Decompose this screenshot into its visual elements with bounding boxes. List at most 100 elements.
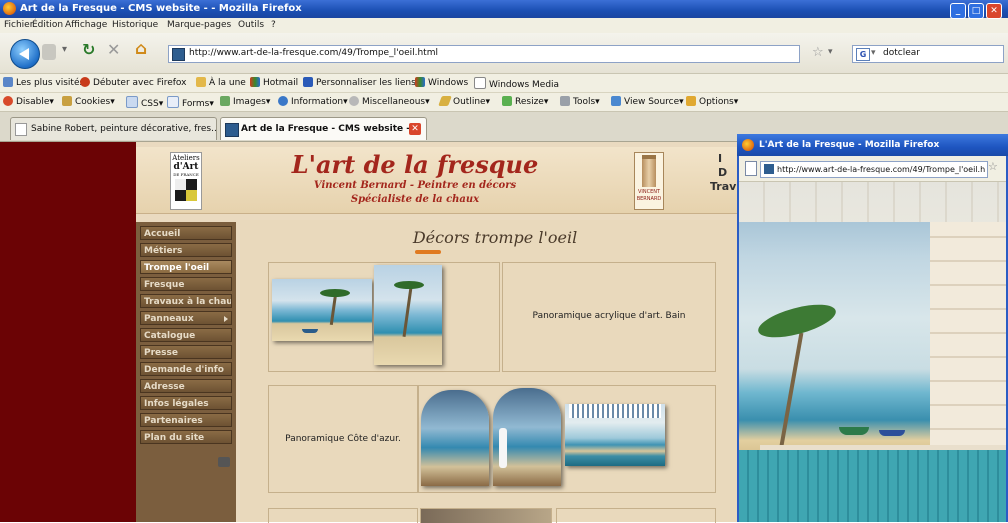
resize-icon: [502, 96, 512, 106]
windows-icon: [415, 77, 425, 87]
wd-disable[interactable]: Disable▾: [3, 96, 54, 107]
wd-cookies[interactable]: Cookies▾: [62, 96, 115, 107]
palm-frond: [394, 281, 424, 289]
wd-view-source[interactable]: View Source▾: [611, 96, 684, 107]
menu-item-partenaires[interactable]: Partenaires: [140, 413, 232, 427]
tab-art-de-la-fresque[interactable]: Art de la Fresque - CMS website - ✕: [220, 117, 427, 140]
menu-item-fresque[interactable]: Fresque: [140, 277, 232, 291]
menu-marque-pages[interactable]: Marque-pages: [167, 20, 231, 30]
wd-label: Information▾: [291, 97, 348, 107]
bookmark-label: Débuter avec Firefox: [93, 78, 187, 88]
bookmark-windows-media[interactable]: Windows Media: [474, 77, 559, 90]
tab-sabine-robert[interactable]: Sabine Robert, peinture décorative, fres…: [10, 117, 217, 140]
menu-item-trompe-loeil[interactable]: Trompe l'oeil: [140, 260, 232, 274]
wd-label: Miscellaneous▾: [362, 97, 430, 107]
wd-resize[interactable]: Resize▾: [502, 96, 548, 107]
menu-edition[interactable]: Édition: [32, 20, 63, 30]
menu-item-panneaux[interactable]: Panneaux: [140, 311, 232, 325]
firefox-icon: [3, 2, 16, 15]
panorama-thumbnail[interactable]: [272, 279, 372, 341]
sidebar-footer-icon: [218, 457, 230, 467]
menu-help[interactable]: ?: [271, 20, 276, 30]
wd-label: View Source▾: [624, 97, 684, 107]
search-engine-icon[interactable]: G: [856, 48, 870, 61]
bookmark-hotmail[interactable]: Hotmail: [250, 77, 298, 88]
close-button[interactable]: ✕: [986, 3, 1002, 19]
wd-css[interactable]: CSS▾: [126, 96, 163, 109]
menu-historique[interactable]: Historique: [112, 20, 158, 30]
firefox-icon: [742, 139, 754, 151]
wd-label: Disable▾: [16, 97, 54, 107]
page-icon: [474, 77, 486, 89]
bookmark-getting-started[interactable]: Débuter avec Firefox: [80, 77, 187, 88]
header-peek-text: D: [718, 166, 728, 179]
menu-item-plan-site[interactable]: Plan du site: [140, 430, 232, 444]
minimize-button[interactable]: _: [950, 3, 966, 19]
address-bar[interactable]: http://www.art-de-la-fresque.com/49/Trom…: [168, 45, 800, 63]
menu-outils[interactable]: Outils: [238, 20, 264, 30]
panorama-thumbnail[interactable]: [374, 265, 442, 365]
search-input[interactable]: dotclear: [883, 48, 920, 58]
bookmark-a-la-une[interactable]: À la une: [196, 77, 246, 88]
boat-shape: [302, 329, 318, 333]
bookmark-label: Windows Media: [489, 80, 560, 90]
boat-shape: [879, 430, 905, 436]
menu-item-metiers[interactable]: Métiers: [140, 243, 232, 257]
wd-label: Outline▾: [453, 97, 491, 107]
bookmark-personnaliser-liens[interactable]: Personnaliser les liens: [303, 77, 416, 88]
gallery-cell-caption: Panoramique Côte d'azur.: [268, 385, 418, 493]
window-titlebar: Art de la Fresque - CMS website - - Mozi…: [0, 0, 1008, 18]
back-button[interactable]: [10, 39, 40, 69]
close-tab-icon[interactable]: ✕: [409, 123, 421, 135]
person-figure: [499, 428, 507, 468]
menu-item-infos-legales[interactable]: Infos légales: [140, 396, 232, 410]
wd-tools[interactable]: Tools▾: [560, 96, 600, 107]
bookmark-label: À la une: [209, 78, 246, 88]
menu-item-adresse[interactable]: Adresse: [140, 379, 232, 393]
bookmark-most-visited[interactable]: Les plus visités: [3, 77, 84, 88]
wd-forms[interactable]: Forms▾: [167, 96, 214, 109]
wd-options[interactable]: Options▾: [686, 96, 738, 107]
page-icon: [15, 123, 27, 136]
ateliers-dart-logo[interactable]: Ateliers d'Art DE FRANCE: [170, 152, 202, 210]
menu-item-accueil[interactable]: Accueil: [140, 226, 232, 240]
bookmark-icon: [3, 77, 13, 87]
menu-affichage[interactable]: Affichage: [65, 20, 107, 30]
forward-button[interactable]: [42, 44, 56, 60]
popup-address-bar[interactable]: http://www.art-de-la-fresque.com/49/Trom…: [760, 161, 988, 178]
menu-item-demande-info[interactable]: Demande d'info: [140, 362, 232, 376]
search-engine-dropdown-icon[interactable]: ▾: [871, 48, 876, 58]
wd-outline[interactable]: Outline▾: [438, 96, 491, 107]
panorama-thumbnail[interactable]: [493, 388, 561, 486]
bookmark-star-area: ☆ ▾: [810, 45, 840, 61]
bookmark-windows[interactable]: Windows: [415, 77, 468, 88]
wd-information[interactable]: Information▾: [278, 96, 348, 107]
search-box[interactable]: G ▾ dotclear: [852, 45, 1004, 63]
history-dropdown-icon[interactable]: ▾: [62, 44, 67, 55]
bookmark-label: Personnaliser les liens: [316, 78, 416, 88]
maximize-button[interactable]: □: [968, 3, 984, 19]
options-icon: [686, 96, 696, 106]
site-favicon: [172, 48, 185, 61]
gallery-cell-next: [556, 508, 716, 523]
menu-item-catalogue[interactable]: Catalogue: [140, 328, 232, 342]
menu-item-presse[interactable]: Presse: [140, 345, 232, 359]
wd-images[interactable]: Images▾: [220, 96, 270, 107]
url-dropdown-icon[interactable]: ▾: [828, 47, 833, 57]
wd-label: CSS▾: [141, 99, 164, 109]
bookmarks-toolbar: Les plus visités Débuter avec Firefox À …: [0, 74, 1008, 93]
menu-item-travaux-chaux[interactable]: Travaux à la chaux: [140, 294, 232, 308]
title-underline: [415, 250, 441, 254]
reload-icon[interactable]: ↻: [82, 40, 95, 59]
panorama-thumbnail[interactable]: [565, 404, 665, 466]
wd-miscellaneous[interactable]: Miscellaneous▾: [349, 96, 430, 107]
stop-icon[interactable]: ✕: [107, 40, 120, 59]
home-icon[interactable]: ⌂: [135, 39, 147, 59]
outline-pencil-icon: [438, 96, 452, 106]
bookmark-star-icon[interactable]: ☆: [812, 45, 824, 60]
menu-fichier[interactable]: Fichier: [4, 20, 33, 30]
wd-label: Options▾: [699, 97, 739, 107]
panorama-thumbnail[interactable]: [421, 390, 489, 486]
bookmark-star-icon[interactable]: ☆: [988, 160, 998, 173]
sidebar-menu: Accueil Métiers Trompe l'oeil Fresque Tr…: [140, 226, 234, 447]
